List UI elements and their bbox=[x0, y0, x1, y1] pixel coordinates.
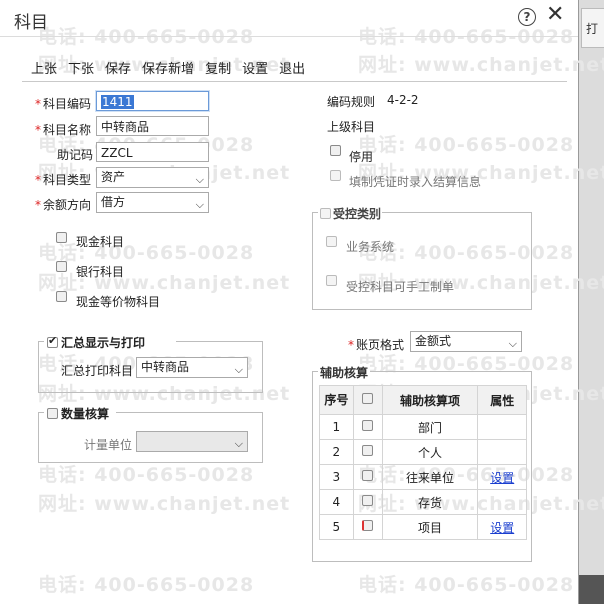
save-button[interactable]: 保存 bbox=[105, 58, 131, 77]
watermark-site: 网址: www.chanjet.net bbox=[38, 493, 291, 515]
row-seq: 3 bbox=[319, 464, 354, 490]
settings-button[interactable]: 设置 bbox=[242, 58, 268, 77]
bank-label: 银行科目 bbox=[76, 265, 125, 279]
subject-dialog: 电话: 400-665-0028 电话: 400-665-0028 网址: ww… bbox=[0, 0, 604, 604]
row-attr bbox=[477, 414, 527, 440]
row-seq: 2 bbox=[319, 439, 354, 465]
table-row[interactable]: 4 存货 bbox=[319, 489, 527, 515]
title-divider bbox=[0, 36, 578, 37]
summary-group-label: 汇总显示与打印 bbox=[61, 336, 146, 350]
toolbar-divider bbox=[22, 81, 567, 82]
mnemonic-label: 助记码 bbox=[57, 148, 94, 162]
watermark-phone: 电话: 400-665-0028 bbox=[38, 464, 255, 486]
cash-checkbox[interactable] bbox=[56, 232, 67, 243]
bank-checkbox[interactable] bbox=[56, 261, 67, 272]
chevron-down-icon: ⌵ bbox=[195, 173, 204, 186]
mnemonic-input[interactable]: ZZCL bbox=[96, 142, 209, 162]
control-group-label: 受控类别 bbox=[333, 207, 382, 221]
watermark-phone: 电话: 400-665-0028 bbox=[358, 574, 575, 596]
balance-select[interactable]: 借方 ⌵ bbox=[96, 192, 209, 213]
summary-checkbox[interactable] bbox=[47, 334, 58, 348]
row-checkbox[interactable] bbox=[352, 464, 383, 490]
cash-equiv-label: 现金等价物科目 bbox=[76, 295, 161, 309]
chevron-down-icon: ⌵ bbox=[234, 437, 243, 450]
row-checkbox[interactable] bbox=[352, 514, 383, 540]
code-label: * 科目编码 bbox=[35, 97, 92, 111]
row-attr bbox=[477, 439, 527, 465]
qty-checkbox[interactable] bbox=[47, 408, 58, 419]
row-attr-link[interactable]: 设置 bbox=[477, 464, 527, 490]
toolbar: 上张 下张 保存 保存新增 复制 设置 退出 bbox=[31, 58, 305, 77]
help-icon[interactable]: ? bbox=[518, 8, 536, 26]
row-item: 存货 bbox=[381, 489, 479, 515]
row-seq: 4 bbox=[319, 489, 354, 515]
row-item: 部门 bbox=[381, 414, 479, 440]
row-attr-link[interactable]: 设置 bbox=[477, 514, 527, 540]
voucher-label: 填制凭证时录入结算信息 bbox=[349, 175, 482, 189]
col-seq-header: 序号 bbox=[319, 385, 354, 415]
row-checkbox[interactable] bbox=[352, 489, 383, 515]
row-attr bbox=[477, 489, 527, 515]
manual-checkbox[interactable] bbox=[326, 275, 337, 286]
control-group bbox=[312, 212, 532, 310]
code-rule-label: 编码规则 bbox=[327, 95, 376, 109]
cash-equiv-checkbox[interactable] bbox=[56, 291, 67, 302]
name-label: * 科目名称 bbox=[35, 123, 92, 137]
row-seq: 5 bbox=[319, 514, 354, 540]
aux-table: 序号 辅助核算项 属性 1 部门 2 个人 3 往来单位 设置 4 存货 5 项… bbox=[319, 385, 527, 540]
next-button[interactable]: 下张 bbox=[68, 58, 94, 77]
col-item-header: 辅助核算项 bbox=[381, 385, 479, 415]
unit-label: 计量单位 bbox=[84, 438, 133, 452]
exit-button[interactable]: 退出 bbox=[279, 58, 305, 77]
dialog-title: 科目 bbox=[14, 13, 48, 33]
type-label: * 科目类型 bbox=[35, 173, 92, 187]
table-row[interactable]: 5 项目 设置 bbox=[319, 514, 527, 540]
background-tab[interactable]: 打 bbox=[581, 8, 604, 48]
cash-label: 现金科目 bbox=[76, 235, 125, 249]
business-checkbox[interactable] bbox=[326, 236, 337, 247]
voucher-checkbox[interactable] bbox=[330, 170, 341, 181]
ledger-select[interactable]: 金额式 ⌵ bbox=[410, 331, 522, 352]
control-checkbox[interactable] bbox=[320, 208, 331, 219]
row-checkbox[interactable] bbox=[352, 439, 383, 465]
disabled-checkbox[interactable] bbox=[330, 145, 341, 156]
col-check-header bbox=[352, 385, 383, 415]
table-row[interactable]: 2 个人 bbox=[319, 439, 527, 465]
table-row[interactable]: 1 部门 bbox=[319, 414, 527, 440]
summary-print-label: 汇总打印科目 bbox=[61, 364, 134, 378]
chevron-down-icon: ⌵ bbox=[508, 337, 517, 350]
chevron-down-icon: ⌵ bbox=[195, 198, 204, 211]
row-seq: 1 bbox=[319, 414, 354, 440]
qty-group-label: 数量核算 bbox=[61, 407, 110, 421]
col-attr-header: 属性 bbox=[477, 385, 527, 415]
business-label: 业务系统 bbox=[346, 240, 395, 254]
row-checkbox[interactable] bbox=[352, 414, 383, 440]
close-icon[interactable]: ✕ bbox=[546, 2, 564, 27]
row-item: 个人 bbox=[381, 439, 479, 465]
disabled-label: 停用 bbox=[349, 150, 374, 164]
balance-label: * 余额方向 bbox=[35, 198, 92, 212]
watermark-phone: 电话: 400-665-0028 bbox=[38, 242, 255, 264]
chevron-down-icon: ⌵ bbox=[234, 363, 243, 376]
ledger-label: * 账页格式 bbox=[348, 338, 405, 352]
watermark-phone: 电话: 400-665-0028 bbox=[38, 574, 255, 596]
aux-group-label: 辅助核算 bbox=[318, 364, 371, 381]
unit-select[interactable]: ⌵ bbox=[136, 431, 248, 452]
prev-button[interactable]: 上张 bbox=[31, 58, 57, 77]
watermark-phone: 电话: 400-665-0028 bbox=[358, 134, 575, 156]
code-rule-value: 4-2-2 bbox=[387, 93, 419, 107]
row-item: 往来单位 bbox=[381, 464, 479, 490]
table-row[interactable]: 3 往来单位 设置 bbox=[319, 464, 527, 490]
name-input[interactable]: 中转商品 bbox=[96, 116, 209, 136]
parent-label: 上级科目 bbox=[327, 120, 376, 134]
type-select[interactable]: 资产 ⌵ bbox=[96, 167, 209, 188]
summary-print-select[interactable]: 中转商品 ⌵ bbox=[136, 357, 248, 378]
watermark-site: 网址: www.chanjet.net bbox=[358, 54, 604, 76]
background-bar bbox=[579, 575, 604, 604]
row-item: 项目 bbox=[381, 514, 479, 540]
copy-button[interactable]: 复制 bbox=[205, 58, 231, 77]
code-input[interactable]: 1411 bbox=[96, 91, 209, 111]
manual-label: 受控科目可手工制单 bbox=[346, 280, 455, 294]
save-and-new-button[interactable]: 保存新增 bbox=[142, 58, 194, 77]
